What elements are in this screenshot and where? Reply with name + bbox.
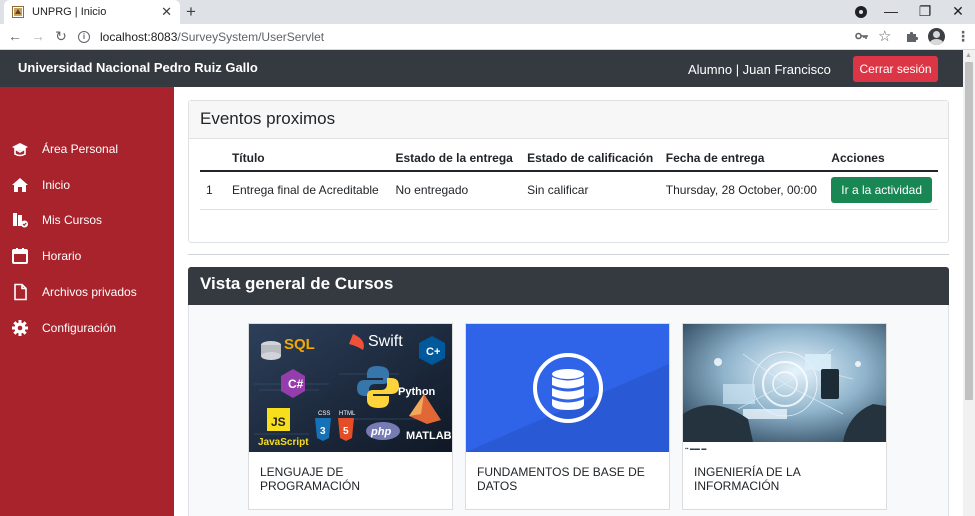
column-header: Fecha de entrega xyxy=(659,145,826,172)
courses-header: Vista general de Cursos xyxy=(188,267,949,305)
sidebar-item-mis-cursos[interactable]: Mis Cursos xyxy=(0,205,174,235)
back-icon[interactable]: ← xyxy=(6,28,24,44)
site-favicon-icon xyxy=(12,6,24,18)
sidebar-item-area-personal[interactable]: Área Personal xyxy=(0,134,174,164)
svg-text:Python: Python xyxy=(398,386,436,398)
calendar-icon xyxy=(12,248,28,264)
column-header: Acciones xyxy=(825,145,938,172)
sidebar-item-archivos-privados[interactable]: Archivos privados xyxy=(0,277,174,307)
section-divider xyxy=(188,254,949,255)
course-image-programming: SQL Swift C+ C# Python JS JavaScript CSS… xyxy=(249,324,452,452)
svg-text:MATLAB: MATLAB xyxy=(406,430,452,442)
graduation-cap-icon xyxy=(12,143,28,157)
page-scrollbar[interactable]: ▲ xyxy=(963,50,975,516)
events-card-header: Eventos proximos xyxy=(189,101,948,139)
column-header-number xyxy=(200,145,226,172)
sidebar-item-label: Horario xyxy=(42,249,82,263)
svg-text:JavaScript: JavaScript xyxy=(258,437,309,448)
sidebar-item-horario[interactable]: Horario xyxy=(0,241,174,271)
tab-close-icon[interactable]: ✕ xyxy=(161,4,172,20)
course-card[interactable]: ▪▪ ▬▬ ▬ INGENIERÍA DE LA INFORMACIÓN xyxy=(682,323,887,510)
course-card[interactable]: FUNDAMENTOS DE BASE DE DATOS xyxy=(465,323,670,510)
bookmark-star-icon[interactable]: ☆ xyxy=(878,27,891,45)
events-card: Eventos proximos Título Estado de la ent… xyxy=(188,100,949,243)
course-image-information: ▪▪ ▬▬ ▬ xyxy=(683,324,886,452)
tab-search-icon[interactable] xyxy=(855,6,867,18)
gear-icon xyxy=(12,320,28,336)
svg-text:C+: C+ xyxy=(426,346,440,358)
courses-title: Vista general de Cursos xyxy=(200,274,394,293)
close-window-button[interactable]: ✕ xyxy=(948,3,968,20)
top-navbar: Universidad Nacional Pedro Ruiz Gallo Al… xyxy=(0,50,963,87)
table-row: 1 Entrega final de Acreditable No entreg… xyxy=(200,171,938,210)
course-card[interactable]: SQL Swift C+ C# Python JS JavaScript CSS… xyxy=(248,323,453,510)
courses-icon xyxy=(13,213,28,228)
course-name[interactable]: LENGUAJE DE PROGRAMACIÓN xyxy=(249,452,452,493)
delivery-status: No entregado xyxy=(389,171,522,210)
brand-title[interactable]: Universidad Nacional Pedro Ruiz Gallo xyxy=(18,60,258,75)
svg-text:3: 3 xyxy=(320,426,326,437)
extensions-icon[interactable] xyxy=(906,30,919,43)
go-to-activity-button[interactable]: Ir a la actividad xyxy=(831,177,932,204)
svg-text:php: php xyxy=(370,426,391,438)
due-date: Thursday, 28 October, 00:00 xyxy=(659,171,826,210)
column-header: Estado de la entrega xyxy=(389,145,522,172)
sidebar-item-configuracion[interactable]: Configuración xyxy=(0,313,174,343)
new-tab-button[interactable]: + xyxy=(186,2,196,22)
url-field[interactable]: i localhost:8083 /SurveySystem/UserServl… xyxy=(78,27,868,47)
event-title: Entrega final de Acreditable xyxy=(225,171,390,210)
forward-icon[interactable]: → xyxy=(29,28,47,44)
svg-text:CSS: CSS xyxy=(318,411,330,417)
svg-text:Swift: Swift xyxy=(368,333,403,350)
events-title: Eventos proximos xyxy=(200,109,336,128)
restore-button[interactable]: ❐ xyxy=(915,3,935,20)
scroll-up-icon[interactable]: ▲ xyxy=(965,52,972,59)
reload-icon[interactable]: ↻ xyxy=(52,28,70,45)
sidebar-item-label: Inicio xyxy=(42,178,71,192)
minimize-button[interactable]: — xyxy=(881,3,901,19)
course-image-database xyxy=(466,324,669,452)
svg-text:C#: C# xyxy=(288,377,304,391)
profile-avatar-icon[interactable] xyxy=(928,28,945,45)
home-icon xyxy=(12,178,28,192)
sidebar-item-label: Área Personal xyxy=(42,142,119,156)
sidebar-item-label: Archivos privados xyxy=(42,285,137,299)
programming-languages-logos: SQL Swift C+ C# Python JS JavaScript CSS… xyxy=(249,324,452,452)
table-header-row: Título Estado de la entrega Estado de ca… xyxy=(200,145,938,172)
site-info-icon[interactable]: i xyxy=(78,31,90,43)
events-table: Título Estado de la entrega Estado de ca… xyxy=(200,145,938,210)
url-path: /SurveySystem/UserServlet xyxy=(177,30,325,44)
url-host: localhost:8083 xyxy=(100,30,178,44)
row-number: 1 xyxy=(200,171,226,210)
logout-button[interactable]: Cerrar sesión xyxy=(853,56,938,82)
browser-tab[interactable]: UNPRG | Inicio ✕ xyxy=(4,0,180,24)
browser-menu-icon[interactable]: ⋮ xyxy=(956,28,970,45)
svg-text:SQL: SQL xyxy=(284,336,315,353)
file-icon xyxy=(14,283,27,301)
tab-title: UNPRG | Inicio xyxy=(32,6,107,18)
sidebar-item-label: Configuración xyxy=(42,321,117,335)
sidebar-item-inicio[interactable]: Inicio xyxy=(0,170,174,200)
scrollbar-thumb[interactable] xyxy=(965,62,973,400)
key-icon[interactable] xyxy=(855,31,869,41)
actions-cell: Ir a la actividad xyxy=(825,171,938,210)
browser-tabstrip: UNPRG | Inicio ✕ + — ❐ ✕ xyxy=(0,0,975,24)
address-bar: ← → ↻ i localhost:8083 /SurveySystem/Use… xyxy=(0,24,975,50)
svg-text:5: 5 xyxy=(343,426,349,437)
column-header: Estado de calificación xyxy=(521,145,660,172)
course-name[interactable]: FUNDAMENTOS DE BASE DE DATOS xyxy=(466,452,669,493)
user-label: Alumno | Juan Francisco xyxy=(688,62,831,77)
sidebar-item-label: Mis Cursos xyxy=(42,213,103,227)
svg-text:JS: JS xyxy=(271,415,286,429)
digital-network-illustration: ▪▪ ▬▬ ▬ xyxy=(683,324,886,452)
database-icon xyxy=(466,353,669,452)
svg-text:HTML: HTML xyxy=(339,411,356,417)
course-name[interactable]: INGENIERÍA DE LA INFORMACIÓN xyxy=(683,452,886,493)
svg-text:▪▪ ▬▬ ▬: ▪▪ ▬▬ ▬ xyxy=(685,446,706,452)
grading-status: Sin calificar xyxy=(521,171,660,210)
column-header: Título xyxy=(225,145,390,172)
sidebar: Área Personal Inicio Mis Cursos Horario … xyxy=(0,87,174,516)
